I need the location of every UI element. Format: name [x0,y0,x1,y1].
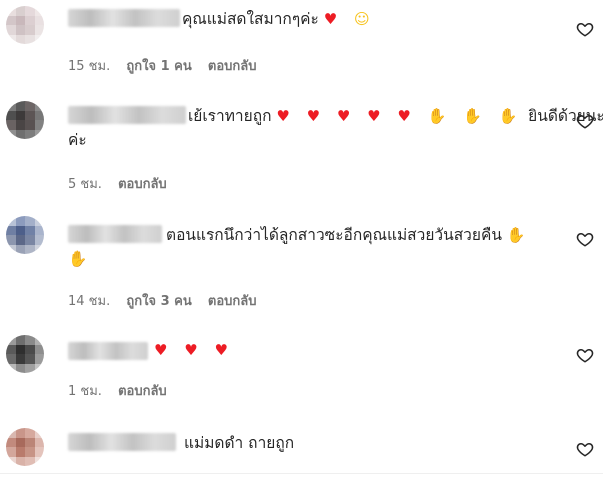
comment-meta: 14 ชม. ถูกใจ 3 คน ตอบกลับ [68,290,268,311]
reply-button[interactable]: ตอบกลับ [118,177,167,192]
heart-outline-icon[interactable] [576,440,594,458]
emoji-hearts-claps: ♥ ♥ ♥ ♥ ♥ ✋ ✋ ✋ [276,107,524,125]
emoji-hearts-smile: ♥ ☺ [323,10,376,28]
comment-text: แม่มดดำ ถายถูก [184,428,294,458]
comment-item: ♥ ♥ ♥ 1 ชม. ตอบกลับ [0,325,603,410]
avatar[interactable] [6,335,44,373]
comment-text: ตอนแรกนึกว่าได้ลูกสาวซะอีกคุณแม่สวยวันสว… [166,220,532,250]
comment-item: คุณแม่สดใสมากๆค่ะ ♥ ☺ 15 ชม. ถูกใจ 1 คน … [0,0,603,80]
reply-button[interactable]: ตอบกลับ [118,384,167,399]
comment-body: คุณแม่สดใสมากๆค่ะ [182,10,319,28]
avatar[interactable] [6,216,44,254]
username-blurred[interactable] [68,433,176,451]
emoji-clap: ✋ [506,226,532,244]
comment-body: แม่มดดำ ถายถูก [184,434,295,452]
comment-meta: 1 ชม. ตอบกลับ [68,380,179,401]
comment-time: 5 ชม. [68,177,102,192]
comment-body: เย้เราทายถูก [188,107,272,125]
heart-outline-icon[interactable] [576,346,594,364]
comment-time: 14 ชม. [68,294,111,309]
likes-count[interactable]: ถูกใจ 3 คน [126,294,191,309]
heart-outline-icon[interactable] [576,20,594,38]
reply-button[interactable]: ตอบกลับ [208,59,257,74]
username-blurred[interactable] [68,225,162,243]
comment-text-line2: ค่ะ [68,131,87,149]
comment-text: คุณแม่สดใสมากๆค่ะ ♥ ☺ [182,4,376,34]
avatar[interactable] [6,101,44,139]
comment-text: ♥ ♥ ♥ [154,335,234,365]
comment-item: เย้เราทายถูก ♥ ♥ ♥ ♥ ♥ ✋ ✋ ✋ ยินดีด้วยนะ… [0,95,603,195]
comment-item: ตอนแรกนึกว่าได้ลูกสาวซะอีกคุณแม่สวยวันสว… [0,210,603,310]
comment-text: เย้เราทายถูก ♥ ♥ ♥ ♥ ♥ ✋ ✋ ✋ ยินดีด้วยนะ [188,101,603,131]
comment-meta: 15 ชม. ถูกใจ 1 คน ตอบกลับ [68,55,268,76]
emoji-hearts: ♥ ♥ ♥ [154,341,234,359]
heart-outline-icon[interactable] [576,112,594,130]
likes-count[interactable]: ถูกใจ 1 คน [126,59,191,74]
comment-time: 1 ชม. [68,384,102,399]
username-blurred[interactable] [68,106,186,124]
emoji-clap-line2: ✋ [68,250,88,268]
username-blurred[interactable] [68,342,148,360]
heart-outline-icon[interactable] [576,230,594,248]
reply-button[interactable]: ตอบกลับ [208,294,257,309]
comment-body: ตอนแรกนึกว่าได้ลูกสาวซะอีกคุณแม่สวยวันสว… [166,226,502,244]
divider [0,473,603,474]
comment-item: แม่มดดำ ถายถูก [0,420,603,475]
comment-meta: 5 ชม. ตอบกลับ [68,173,179,194]
avatar[interactable] [6,428,44,466]
username-blurred[interactable] [68,9,180,27]
comment-time: 15 ชม. [68,59,111,74]
avatar[interactable] [6,6,44,44]
